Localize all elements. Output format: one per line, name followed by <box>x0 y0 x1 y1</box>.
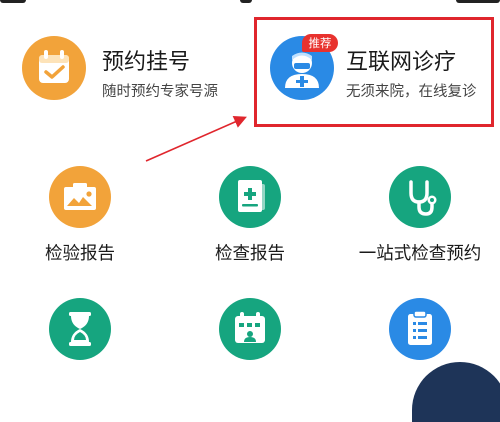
test-report-icon <box>49 166 111 228</box>
schedule-icon <box>219 298 281 360</box>
calendar-check-icon <box>22 36 86 100</box>
highlight-box <box>254 17 494 127</box>
top-edge-mid <box>240 0 252 3</box>
clipboard-icon <box>389 298 451 360</box>
medical-report-icon <box>219 166 281 228</box>
hourglass-icon <box>49 298 111 360</box>
top-edge-left <box>0 0 26 3</box>
appointment-subtitle: 随时预约专家号源 <box>102 84 218 100</box>
grid-label: 检查报告 <box>215 244 285 264</box>
grid-label: 一站式检查预约 <box>358 244 482 264</box>
top-status-edge <box>0 0 500 4</box>
appointment-card[interactable]: 预约挂号 随时预约专家号源 <box>22 22 232 126</box>
stethoscope-icon <box>389 166 451 228</box>
grid-label: 检验报告 <box>45 244 115 264</box>
top-edge-right <box>456 0 500 3</box>
appointment-title: 预约挂号 <box>102 50 191 75</box>
floating-action-button[interactable] <box>412 362 500 422</box>
